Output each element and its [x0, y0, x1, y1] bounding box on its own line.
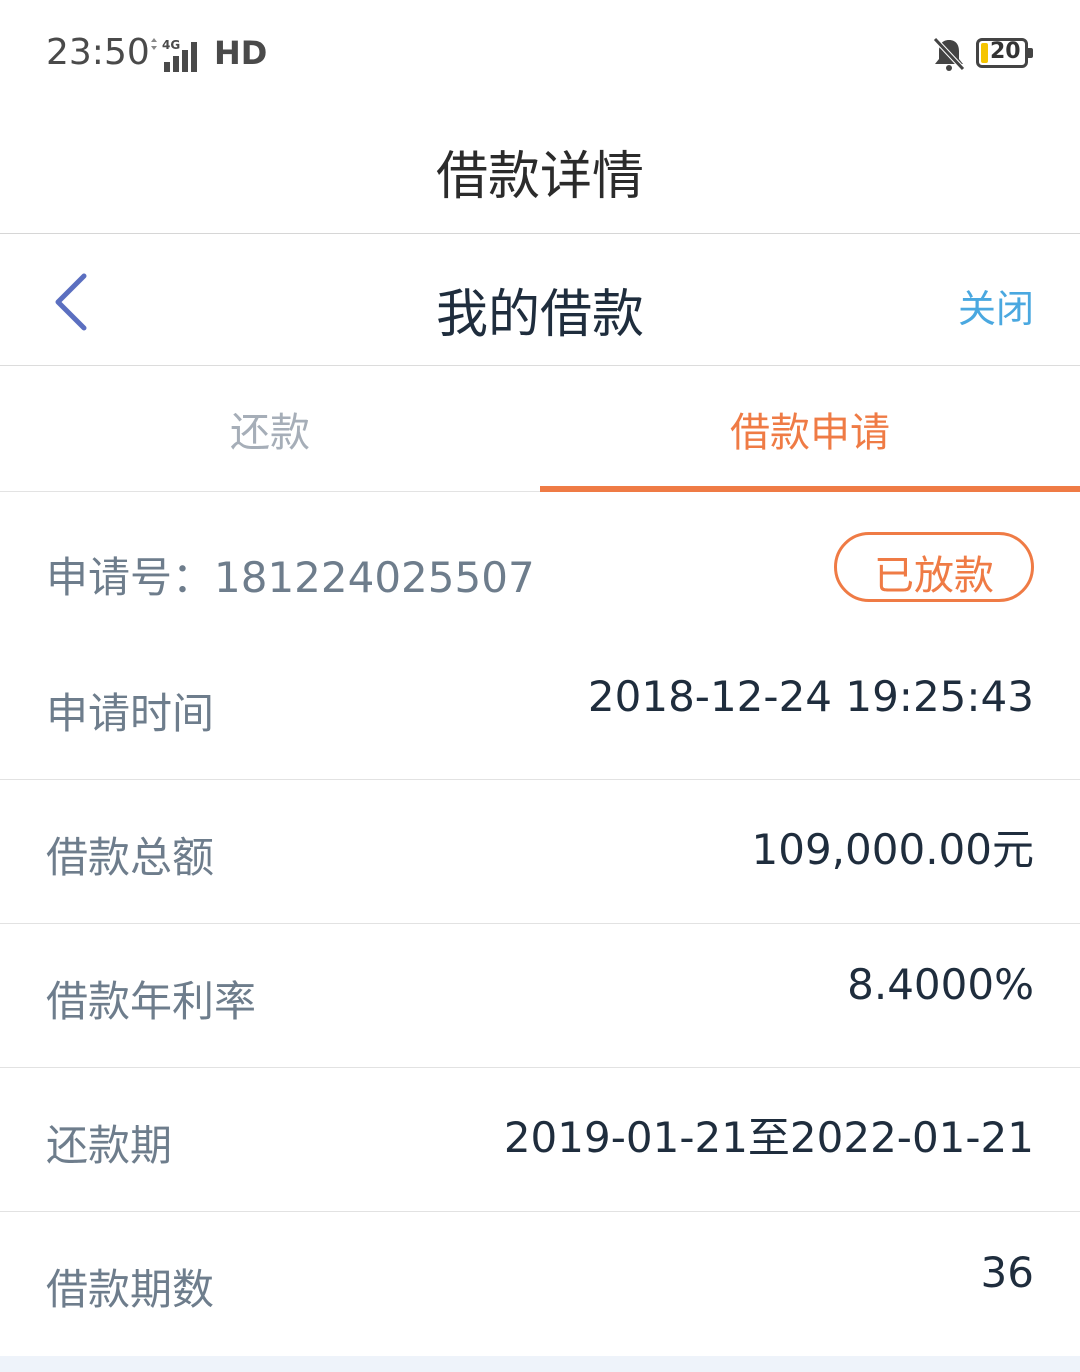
- network-type-text: 4G: [162, 38, 180, 52]
- status-time: 23:50: [46, 32, 150, 73]
- detail-row-repayment-period: 还款期 2019-01-21至2022-01-21: [0, 1068, 1080, 1212]
- detail-row-application-time: 申请时间 2018-12-24 19:25:43: [0, 636, 1080, 780]
- status-bar: 23:50 4G HD 20: [0, 0, 1080, 110]
- detail-value: 8.4000%: [847, 960, 1034, 1009]
- application-header: 申请号：181224025507 已放款: [0, 492, 1080, 642]
- tab-loan-application-label: 借款申请: [730, 410, 890, 456]
- detail-value: 2019-01-21至2022-01-21: [503, 1113, 1034, 1162]
- nav-bar: 我的借款 关闭: [0, 234, 1080, 366]
- signal-icon: 4G: [151, 38, 197, 72]
- detail-row-loan-amount: 借款总额 109,000.00元: [0, 780, 1080, 924]
- page-title: 借款详情: [435, 147, 644, 207]
- battery-level: 20: [990, 39, 1021, 64]
- close-button[interactable]: 关闭: [958, 278, 1034, 333]
- detail-value: 36: [980, 1248, 1034, 1297]
- application-number: 申请号：181224025507: [46, 553, 535, 602]
- detail-label: 还款期: [46, 1121, 173, 1170]
- detail-row-annual-rate: 借款年利率 8.4000%: [0, 924, 1080, 1068]
- battery-icon: 20: [976, 38, 1033, 68]
- detail-label: 申请时间: [46, 689, 215, 738]
- detail-label: 借款期数: [46, 1265, 215, 1314]
- loan-detail-screen: 23:50 4G HD 20 借款详情 我的借款 关闭 还款 借款申请 申请号：…: [0, 0, 1080, 1372]
- tab-loan-application[interactable]: 借款申请: [540, 366, 1080, 492]
- detail-row-installments: 借款期数 36: [0, 1212, 1080, 1356]
- status-badge: 已放款: [834, 532, 1034, 602]
- battery-cap: [1028, 48, 1033, 58]
- detail-value: 2018-12-24 19:25:43: [587, 672, 1034, 721]
- bottom-strip: [0, 1356, 1080, 1372]
- bell-muted-icon: [933, 37, 965, 71]
- detail-label: 借款总额: [46, 833, 215, 882]
- status-badge-label: 已放款: [874, 553, 994, 599]
- battery-fill: [981, 43, 988, 63]
- tab-repay-label: 还款: [230, 410, 310, 456]
- tab-repay[interactable]: 还款: [0, 366, 540, 492]
- tab-bar: 还款 借款申请: [0, 366, 1080, 492]
- title-header: 借款详情: [0, 110, 1080, 234]
- nav-title: 我的借款: [435, 285, 644, 345]
- detail-label: 借款年利率: [46, 977, 257, 1026]
- detail-value: 109,000.00元: [751, 825, 1034, 874]
- hd-indicator: HD: [214, 34, 268, 72]
